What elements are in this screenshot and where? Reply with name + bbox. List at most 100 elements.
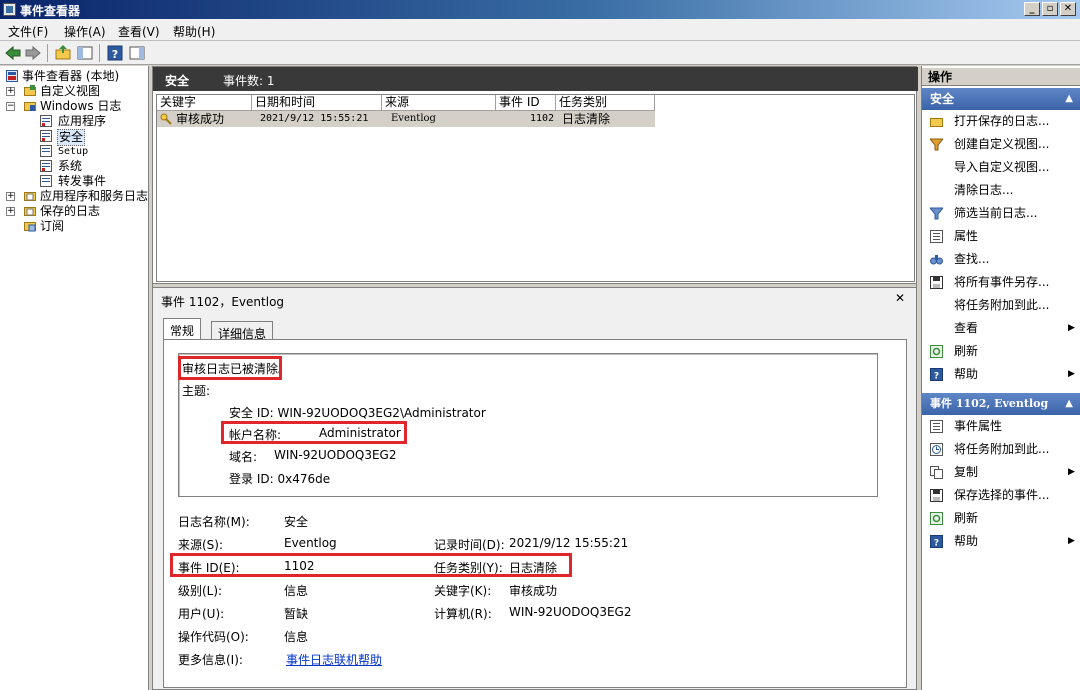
up-folder-icon[interactable] bbox=[54, 44, 72, 62]
user-label: 用户(U): bbox=[178, 607, 225, 621]
tab-general[interactable]: 常规 bbox=[163, 318, 202, 340]
action-copy[interactable]: 复制 ▶ bbox=[922, 461, 1080, 483]
action-label: 保存选择的事件... bbox=[954, 488, 1050, 502]
help-icon: ? bbox=[930, 535, 943, 548]
user-value: 暂缺 bbox=[284, 607, 309, 621]
center-pane: 安全 事件数: 1 关键字 日期和时间 来源 事件 ID 任务类别 审核成功 2… bbox=[152, 66, 918, 690]
action-properties[interactable]: 属性 bbox=[922, 225, 1080, 247]
action-create-custom-view[interactable]: 创建自定义视图... bbox=[922, 133, 1080, 155]
menu-action[interactable]: 操作(A) bbox=[64, 23, 106, 40]
folder-icon bbox=[24, 102, 36, 111]
action-attach-task-to-event[interactable]: 将任务附加到此... bbox=[922, 438, 1080, 460]
table-row[interactable]: 审核成功 2021/9/12 15:55:21 Eventlog 1102 日志… bbox=[157, 111, 655, 127]
tree-label-application: 应用程序 bbox=[58, 114, 107, 128]
action-open-saved-log[interactable]: 打开保存的日志... bbox=[922, 110, 1080, 132]
tree-item-forwarded-events[interactable]: 转发事件 bbox=[0, 174, 148, 189]
window-titlebar: 事件查看器 _ ▫ ✕ bbox=[0, 0, 1080, 19]
help-icon: ? bbox=[930, 368, 943, 381]
action-import-custom-view[interactable]: 导入自定义视图... bbox=[922, 156, 1080, 178]
copy-icon bbox=[930, 466, 943, 479]
action-clear-log[interactable]: 清除日志... bbox=[922, 179, 1080, 201]
tree-item-setup[interactable]: Setup bbox=[0, 144, 148, 159]
log-icon bbox=[40, 130, 52, 142]
tree-item-security[interactable]: 安全 bbox=[0, 129, 148, 146]
tree-item-subscriptions[interactable]: 订阅 bbox=[0, 219, 148, 234]
actions-section-security[interactable]: 安全 ▲ bbox=[922, 88, 1080, 110]
tree-item-app-services-logs[interactable]: + 应用程序和服务日志 bbox=[0, 189, 148, 204]
show-hide-action-pane-icon[interactable] bbox=[128, 44, 146, 62]
column-header-source[interactable]: 来源 bbox=[382, 95, 496, 111]
window-title: 事件查看器 bbox=[20, 4, 81, 18]
tree-item-root[interactable]: 事件查看器 (本地) bbox=[0, 69, 148, 84]
tree-label-system: 系统 bbox=[58, 159, 83, 173]
menu-view[interactable]: 查看(V) bbox=[118, 23, 160, 40]
online-help-link[interactable]: 事件日志联机帮助 bbox=[286, 651, 382, 668]
event-list: 关键字 日期和时间 来源 事件 ID 任务类别 审核成功 2021/9/12 1… bbox=[156, 94, 915, 282]
subscriptions-icon bbox=[24, 222, 36, 232]
computer-label: 计算机(R): bbox=[434, 607, 492, 621]
action-help-event[interactable]: ? 帮助 ▶ bbox=[922, 530, 1080, 552]
tree-label-custom-views: 自定义视图 bbox=[40, 84, 101, 98]
actions-section-event[interactable]: 事件 1102, Eventlog ▲ bbox=[922, 393, 1080, 415]
tree-item-application[interactable]: 应用程序 bbox=[0, 114, 148, 129]
toolbar-separator bbox=[99, 44, 100, 62]
collapse-chevron-icon[interactable]: ▲ bbox=[1065, 88, 1073, 110]
forward-arrow-icon[interactable] bbox=[24, 44, 42, 62]
logged-label: 记录时间(D): bbox=[434, 538, 505, 552]
column-header-task-category[interactable]: 任务类别 bbox=[556, 95, 655, 111]
action-label: 复制 bbox=[954, 465, 979, 479]
tree-item-saved-logs[interactable]: + 保存的日志 bbox=[0, 204, 148, 219]
log-icon bbox=[40, 160, 52, 172]
tree-item-windows-logs[interactable]: − Windows 日志 bbox=[0, 99, 148, 114]
cell-task-category: 日志清除 bbox=[562, 112, 611, 126]
help-icon[interactable]: ? bbox=[106, 44, 124, 62]
close-detail-button[interactable]: ✕ bbox=[895, 291, 905, 305]
action-find[interactable]: 查找... bbox=[922, 248, 1080, 270]
action-attach-task-to-log[interactable]: 将任务附加到此... bbox=[922, 294, 1080, 316]
close-window-button[interactable]: ✕ bbox=[1060, 2, 1076, 16]
expand-plus-icon[interactable]: + bbox=[6, 207, 15, 216]
logon-id: 登录 ID: 0x476de bbox=[229, 472, 331, 486]
action-label: 打开保存的日志... bbox=[954, 114, 1050, 128]
action-refresh[interactable]: 刷新 bbox=[922, 340, 1080, 362]
log-icon bbox=[40, 145, 52, 157]
tree-item-custom-views[interactable]: + 自定义视图 bbox=[0, 84, 148, 99]
tree-item-system[interactable]: 系统 bbox=[0, 159, 148, 174]
column-header-keyword[interactable]: 关键字 bbox=[157, 95, 252, 111]
tab-details[interactable]: 详细信息 bbox=[211, 321, 274, 341]
action-save-all-events[interactable]: 将所有事件另存... bbox=[922, 271, 1080, 293]
level-value: 信息 bbox=[284, 584, 309, 598]
action-save-selected-events[interactable]: 保存选择的事件... bbox=[922, 484, 1080, 506]
action-refresh-event[interactable]: 刷新 bbox=[922, 507, 1080, 529]
menu-help[interactable]: 帮助(H) bbox=[173, 23, 215, 40]
action-view[interactable]: 查看 ▶ bbox=[922, 317, 1080, 339]
action-help[interactable]: ? 帮助 ▶ bbox=[922, 363, 1080, 385]
action-event-properties[interactable]: 事件属性 bbox=[922, 415, 1080, 437]
toolbar-separator bbox=[47, 44, 48, 62]
cell-event-id: 1102 bbox=[530, 113, 555, 124]
minimize-button[interactable]: _ bbox=[1024, 2, 1040, 16]
menu-file[interactable]: 文件(F) bbox=[8, 23, 48, 40]
maximize-button[interactable]: ▫ bbox=[1042, 2, 1058, 16]
opcode-value: 信息 bbox=[284, 630, 309, 644]
action-label: 创建自定义视图... bbox=[954, 137, 1050, 151]
action-label: 查看 bbox=[954, 321, 979, 335]
subject-label: 主题: bbox=[182, 384, 211, 398]
collapse-chevron-icon[interactable]: ▲ bbox=[1065, 393, 1073, 415]
expand-plus-icon[interactable]: + bbox=[6, 192, 15, 201]
tree-label-setup: Setup bbox=[58, 146, 89, 157]
log-header-count: 事件数: 1 bbox=[223, 74, 275, 88]
tree-label-root: 事件查看器 (本地) bbox=[22, 69, 120, 83]
action-filter-current-log[interactable]: 筛选当前日志... bbox=[922, 202, 1080, 224]
column-header-event-id[interactable]: 事件 ID bbox=[496, 95, 556, 111]
open-folder-icon bbox=[930, 118, 943, 127]
action-label: 将任务附加到此... bbox=[954, 442, 1050, 456]
action-label: 将所有事件另存... bbox=[954, 275, 1050, 289]
keywords-label: 关键字(K): bbox=[434, 584, 492, 598]
collapse-minus-icon[interactable]: − bbox=[6, 102, 15, 111]
cell-datetime: 2021/9/12 15:55:21 bbox=[260, 113, 369, 124]
expand-plus-icon[interactable]: + bbox=[6, 87, 15, 96]
column-header-datetime[interactable]: 日期和时间 bbox=[252, 95, 382, 111]
back-arrow-icon[interactable] bbox=[4, 44, 22, 62]
show-hide-tree-icon[interactable] bbox=[76, 44, 94, 62]
